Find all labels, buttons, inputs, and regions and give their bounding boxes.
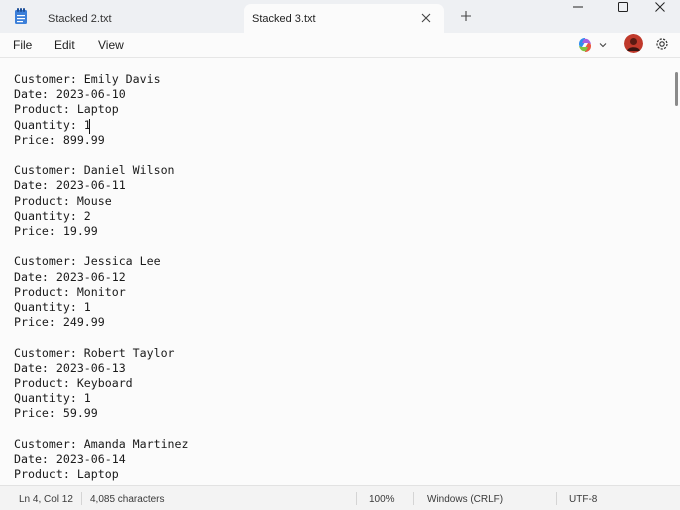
status-divider (356, 492, 357, 505)
close-window-icon (655, 2, 665, 12)
editor-line: Quantity: 2 (14, 208, 91, 223)
editor-line: Product: Laptop (14, 467, 119, 482)
copilot-icon[interactable] (576, 36, 594, 54)
editor-line: Customer: Robert Taylor (14, 345, 175, 360)
zoom-level[interactable]: 100% (369, 494, 395, 505)
maximize-icon (618, 2, 628, 12)
maximize-button[interactable] (603, 0, 643, 14)
character-count: 4,085 characters (90, 494, 165, 505)
close-window-button[interactable] (640, 0, 680, 14)
plus-icon[interactable] (458, 8, 474, 24)
editor-line: Quantity: 1 (14, 300, 91, 315)
editor-line: Customer: Daniel Wilson (14, 163, 175, 178)
editor-line: Quantity: 1 (14, 117, 91, 132)
encoding[interactable]: UTF-8 (569, 494, 597, 505)
menu-edit[interactable]: Edit (54, 38, 75, 52)
avatar-image (624, 34, 643, 53)
status-divider (81, 492, 82, 505)
status-divider (556, 492, 557, 505)
editor-line: Quantity: 1 (14, 391, 91, 406)
title-bar: Stacked 2.txt Stacked 3.txt (0, 0, 680, 33)
editor-line: Date: 2023-06-13 (14, 360, 126, 375)
minimize-button[interactable] (558, 0, 598, 14)
status-bar: Ln 4, Col 12 4,085 characters 100% Windo… (0, 485, 680, 510)
scroll-thumb[interactable] (675, 72, 678, 106)
menu-file[interactable]: File (13, 38, 32, 52)
tab-label: Stacked 2.txt (48, 12, 112, 25)
notepad-icon (15, 8, 27, 24)
editor-line: Price: 249.99 (14, 315, 105, 330)
text-caret (89, 119, 90, 134)
tab-label: Stacked 3.txt (252, 12, 316, 25)
editor-line: Product: Mouse (14, 193, 112, 208)
chevron-down-icon[interactable] (598, 40, 608, 50)
editor-line: Price: 19.99 (14, 224, 98, 239)
editor-line: Customer: Jessica Lee (14, 254, 161, 269)
editor-line: Date: 2023-06-12 (14, 269, 126, 284)
status-divider (413, 492, 414, 505)
cursor-position[interactable]: Ln 4, Col 12 (19, 494, 73, 505)
editor-line: Product: Laptop (14, 102, 119, 117)
editor-line: Date: 2023-06-14 (14, 452, 126, 467)
editor-line: Price: 899.99 (14, 132, 105, 147)
menu-view[interactable]: View (98, 38, 124, 52)
editor-line: Product: Keyboard (14, 376, 133, 391)
text-editor[interactable]: Customer: Emily Davis Date: 2023-06-10 Pro… (0, 57, 680, 485)
tab-stacked-2[interactable]: Stacked 2.txt (36, 4, 236, 33)
editor-line: Customer: Emily Davis (14, 72, 161, 86)
tab-stacked-3[interactable]: Stacked 3.txt (244, 4, 444, 33)
editor-line: Date: 2023-06-10 (14, 87, 126, 102)
vertical-scrollbar[interactable] (672, 58, 680, 485)
line-ending[interactable]: Windows (CRLF) (427, 494, 503, 505)
gear-icon[interactable] (654, 36, 670, 52)
editor-line: Price: 59.99 (14, 406, 98, 421)
editor-line: Customer: Amanda Martinez (14, 436, 189, 451)
avatar[interactable] (624, 34, 643, 53)
close-icon[interactable] (418, 10, 434, 26)
editor-line: Product: Monitor (14, 284, 126, 299)
editor-content: Customer: Emily Davis Date: 2023-06-10 Pro… (14, 72, 189, 482)
minimize-icon (573, 6, 583, 8)
editor-line: Date: 2023-06-11 (14, 178, 126, 193)
